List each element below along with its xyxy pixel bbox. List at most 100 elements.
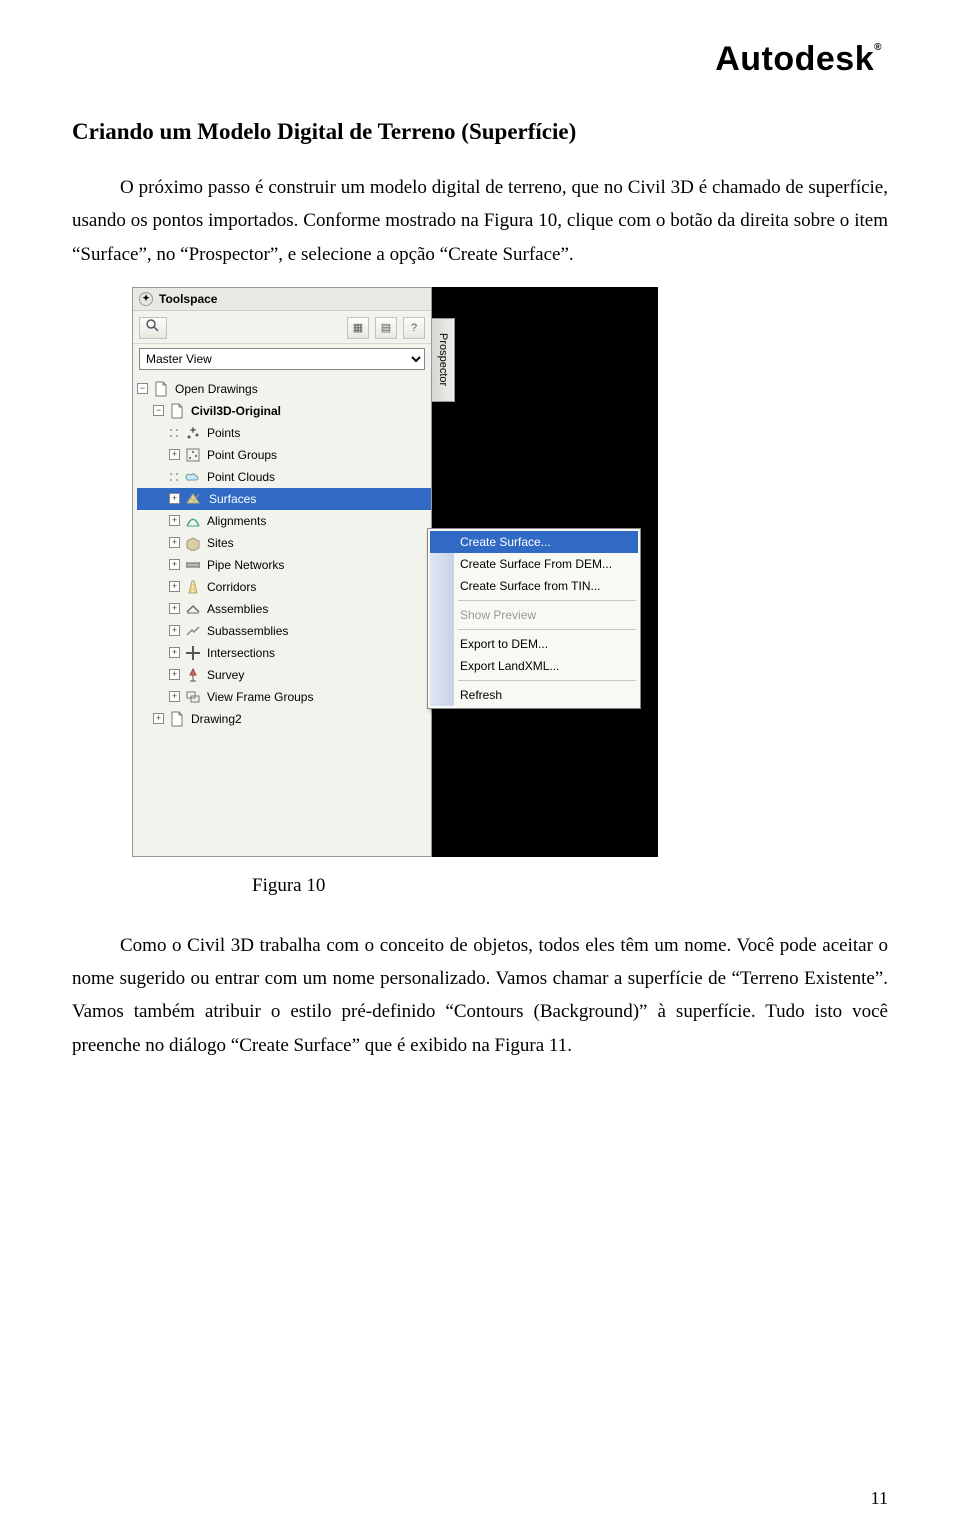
tree-item-viewframe[interactable]: +View Frame Groups <box>137 686 431 708</box>
alignment-icon <box>184 513 202 529</box>
tree-item-corridor[interactable]: + Corridors <box>137 576 431 598</box>
viewframe-icon <box>184 689 202 705</box>
brand-r-mark: ® <box>874 42 882 53</box>
view-dropdown-row: Master View <box>133 344 431 374</box>
tree-item-sites[interactable]: + Sites <box>137 532 431 554</box>
tree-item-label: Subassemblies <box>207 624 288 638</box>
context-menu-item[interactable]: Export to DEM... <box>430 633 638 655</box>
tree-item-intersection[interactable]: + Intersections <box>137 642 431 664</box>
prospector-tab-label: Prospector <box>437 333 449 386</box>
pipes-icon <box>184 557 202 573</box>
context-menu-item[interactable]: Create Surface From DEM... <box>430 553 638 575</box>
expand-icon[interactable]: + <box>169 625 180 636</box>
expand-icon[interactable]: + <box>169 493 180 504</box>
tree-drawing-current[interactable]: − Civil3D-Original <box>137 400 431 422</box>
toolbar-button-2[interactable]: ▤ <box>375 317 397 339</box>
search-icon <box>145 318 161 337</box>
tree-connector-icon <box>169 427 180 438</box>
tree-item-label: Pipe Networks <box>207 558 284 572</box>
tree-item-label: Sites <box>207 536 234 550</box>
tree-item-label: Drawing2 <box>191 712 242 726</box>
tree-item-label: Surfaces <box>207 492 258 506</box>
tree-item-points[interactable]: Points <box>137 422 431 444</box>
points-icon <box>184 425 202 441</box>
toolbar-button-1[interactable]: ▦ <box>347 317 369 339</box>
page-number: 11 <box>871 1488 888 1509</box>
expand-icon[interactable]: + <box>169 603 180 614</box>
tree-item-pointgroups[interactable]: + Point Groups <box>137 444 431 466</box>
toolbar-help-button[interactable]: ? <box>403 317 425 339</box>
tree-item-assembly[interactable]: +Assemblies <box>137 598 431 620</box>
context-menu-item[interactable]: Refresh <box>430 684 638 706</box>
expand-icon[interactable]: + <box>169 559 180 570</box>
tree-item-label: Point Groups <box>207 448 277 462</box>
tree-item-pipes[interactable]: + Pipe Networks <box>137 554 431 576</box>
pointgroups-icon <box>184 447 202 463</box>
tree-item-label: Points <box>207 426 240 440</box>
context-menu-separator <box>458 680 636 681</box>
expand-icon[interactable]: + <box>169 691 180 702</box>
tree-open-drawings[interactable]: − Open Drawings <box>137 378 431 400</box>
survey-icon <box>184 667 202 683</box>
context-menu-item-label: Create Surface From DEM... <box>460 557 612 571</box>
brand-text: Autodesk <box>715 40 874 78</box>
tree-item-label: Open Drawings <box>175 382 258 396</box>
tree-item-label: Point Clouds <box>207 470 275 484</box>
context-menu-item-label: Export to DEM... <box>460 637 548 651</box>
expand-icon[interactable]: + <box>169 647 180 658</box>
toolspace-palette: ✦ Toolspace ▦ ▤ ? <box>132 287 432 857</box>
expand-icon[interactable]: + <box>169 669 180 680</box>
expand-icon[interactable]: + <box>169 581 180 592</box>
file-icon <box>152 381 170 397</box>
tree-item-subassembly[interactable]: + Subassemblies <box>137 620 431 642</box>
tree-item-label: Intersections <box>207 646 275 660</box>
tree-item-label: Alignments <box>207 514 266 528</box>
intersection-icon <box>184 645 202 661</box>
file-icon <box>168 711 186 727</box>
context-menu-item-label: Refresh <box>460 688 502 702</box>
expand-icon[interactable]: + <box>169 537 180 548</box>
tree-item-survey[interactable]: +Survey <box>137 664 431 686</box>
toolbar-search-button[interactable] <box>139 317 167 339</box>
subassembly-icon <box>184 623 202 639</box>
context-menu-item-label: Export LandXML... <box>460 659 559 673</box>
brand-logo: Autodesk® <box>72 40 888 79</box>
tree-item-surface[interactable]: + Surfaces <box>137 488 431 510</box>
context-menu-item[interactable]: Create Surface from TIN... <box>430 575 638 597</box>
collapse-icon[interactable]: − <box>153 405 164 416</box>
sites-icon <box>184 535 202 551</box>
figure-caption: Figura 10 <box>252 875 325 897</box>
file-icon <box>168 403 186 419</box>
figure-10: ✦ Toolspace ▦ ▤ ? <box>132 287 888 897</box>
tree-item-label: Corridors <box>207 580 256 594</box>
collapse-icon[interactable]: − <box>137 383 148 394</box>
toolspace-titlebar-icon: ✦ <box>139 292 153 306</box>
context-menu-separator <box>458 600 636 601</box>
expand-icon[interactable]: + <box>169 515 180 526</box>
tree-item-alignment[interactable]: + Alignments <box>137 510 431 532</box>
context-menu-separator <box>458 629 636 630</box>
context-menu-item[interactable]: Create Surface... <box>430 531 638 553</box>
screenshot-toolspace: ✦ Toolspace ▦ ▤ ? <box>132 287 658 857</box>
paragraph-2: Como o Civil 3D trabalha com o conceito … <box>72 929 888 1062</box>
doc-icon: ▤ <box>381 321 391 334</box>
expand-icon[interactable]: + <box>153 713 164 724</box>
assembly-icon <box>184 601 202 617</box>
expand-icon[interactable]: + <box>169 449 180 460</box>
tree-connector-icon <box>169 471 180 482</box>
tree-item-cloud[interactable]: Point Clouds <box>137 466 431 488</box>
prospector-tab[interactable]: Prospector <box>431 318 455 402</box>
context-menu-item-label: Create Surface... <box>460 535 551 549</box>
grid-icon: ▦ <box>353 321 363 334</box>
toolspace-title: Toolspace <box>159 292 217 306</box>
corridor-icon <box>184 579 202 595</box>
tree-item-label: Civil3D-Original <box>191 404 281 418</box>
view-dropdown[interactable]: Master View <box>139 348 425 370</box>
context-menu-item[interactable]: Export LandXML... <box>430 655 638 677</box>
context-menu: Create Surface... Create Surface From DEM… <box>427 528 641 709</box>
section-heading: Criando um Modelo Digital de Terreno (Su… <box>72 119 888 145</box>
tree-drawing-2[interactable]: + Drawing2 <box>137 708 431 730</box>
help-icon: ? <box>411 322 417 334</box>
paragraph-1: O próximo passo é construir um modelo di… <box>72 171 888 271</box>
context-menu-item-label: Show Preview <box>460 608 536 622</box>
